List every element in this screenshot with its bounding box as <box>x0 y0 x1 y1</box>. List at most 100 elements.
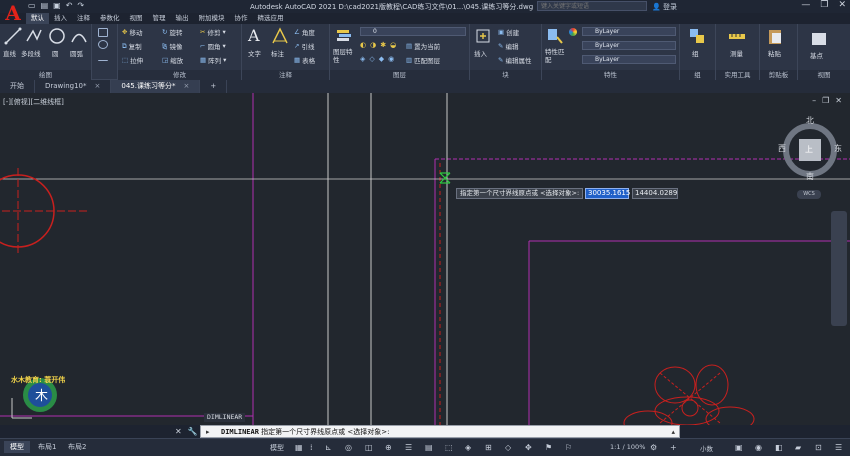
linetype-combo[interactable]: ByLayer <box>582 41 676 50</box>
edit-block-button[interactable]: ✎ 编辑 <box>498 41 518 51</box>
gizmo-icon[interactable]: ✥ <box>525 443 532 452</box>
redo-icon[interactable]: ↷ <box>77 1 84 10</box>
ribbon-tab-5[interactable]: 管理 <box>148 13 171 24</box>
ortho-icon[interactable]: ⊾ <box>325 443 332 452</box>
ribbon-tab-4[interactable]: 视图 <box>125 13 148 24</box>
file-tab-1[interactable]: Drawing10* × <box>35 80 112 93</box>
viewcube-north[interactable]: 北 <box>806 115 814 126</box>
rectangle-icon[interactable] <box>98 28 108 37</box>
customization-icon[interactable]: ☰ <box>835 443 842 452</box>
viewcube-south[interactable]: 南 <box>806 171 814 182</box>
ribbon-tab-7[interactable]: 附加模块 <box>194 13 230 24</box>
new-tab-icon[interactable]: + <box>200 80 228 93</box>
viewport-label[interactable]: [-][俯视][二维线框] <box>3 97 64 107</box>
leader-button[interactable]: ↗ 引线 <box>294 41 314 51</box>
angle-button[interactable]: ∠ 角度 <box>294 27 315 37</box>
chevron-up-icon[interactable]: ▴ <box>671 428 675 436</box>
layer-properties-button[interactable]: 图层特性 <box>333 48 353 64</box>
restore-viewport-icon[interactable]: ❐ <box>822 96 829 105</box>
ribbon-tab-8[interactable]: 协作 <box>230 13 253 24</box>
panel-utilities-label[interactable]: 实用工具 <box>716 70 759 80</box>
undo-icon[interactable]: ↶ <box>66 1 73 10</box>
dynamic-ucs-icon[interactable]: ⊞ <box>485 443 492 452</box>
file-tab-0[interactable]: 开始 <box>0 80 35 93</box>
lineweight-combo[interactable]: ByLayer <box>582 55 676 64</box>
ribbon-tab-2[interactable]: 注释 <box>72 13 95 24</box>
close-icon[interactable]: ✕ <box>175 427 182 436</box>
panel-layers-label[interactable]: 图层 <box>330 70 469 80</box>
quick-properties-icon[interactable]: ▣ <box>735 443 743 452</box>
panel-annotation-label[interactable]: 注释 <box>242 70 329 80</box>
panel-view-label[interactable]: 视图 <box>798 70 850 80</box>
model-space-button[interactable]: 模型 <box>270 443 284 453</box>
layer-delete-icon[interactable]: ◆ <box>379 55 384 63</box>
line-button[interactable]: 直线 <box>3 48 16 58</box>
new-icon[interactable]: ▭ <box>28 1 36 10</box>
close-tab-icon[interactable]: × <box>95 82 101 90</box>
viewcube-top-face[interactable]: 上 <box>805 144 813 155</box>
panel-modify-label[interactable]: 修改 <box>118 70 241 80</box>
3d-osnap-icon[interactable]: ◈ <box>465 443 471 452</box>
panel-block-label[interactable]: 块 <box>470 70 541 80</box>
fillet-button[interactable]: ⌐ 圆角 ▾ <box>200 41 226 51</box>
file-tab-2[interactable]: 045.课练习等分* × <box>111 80 201 93</box>
close-tab-icon[interactable]: × <box>183 82 189 90</box>
ribbon-tab-3[interactable]: 参数化 <box>95 13 125 24</box>
save-icon[interactable]: ▣ <box>53 1 61 10</box>
text-button[interactable]: 文字 <box>248 48 261 58</box>
minimize-viewport-icon[interactable]: – <box>812 96 816 105</box>
lock-ui-icon[interactable]: ◉ <box>755 443 762 452</box>
drawing-canvas[interactable]: 木 [-][俯视][二维线框] – ❐ ✕ 北 南 东 西 上 WCS 指定第一… <box>0 93 850 425</box>
otrack-icon[interactable]: ⊕ <box>385 443 392 452</box>
wcs-menu[interactable]: WCS <box>797 190 821 199</box>
autocad-logo[interactable]: A <box>0 0 26 26</box>
dynamic-input-x[interactable]: 30035.1615 <box>585 188 630 199</box>
table-button[interactable]: ▦ 表格 <box>294 55 315 65</box>
viewcube-west[interactable]: 西 <box>778 143 786 154</box>
ribbon-tab-6[interactable]: 输出 <box>171 13 194 24</box>
panel-groups-label[interactable]: 组 <box>680 70 715 80</box>
viewcube-east[interactable]: 东 <box>834 143 842 154</box>
layer-lock-icon[interactable]: ◒ <box>390 41 396 49</box>
gradient-icon[interactable] <box>98 52 108 61</box>
units-display[interactable]: 小数 <box>700 443 713 453</box>
circle-button[interactable]: 圆 <box>52 48 59 58</box>
lineweight-icon[interactable]: ☰ <box>405 443 412 452</box>
match-layer-button[interactable]: ▥ 匹配图层 <box>406 55 440 65</box>
layer-previous-icon[interactable]: ◉ <box>388 55 394 63</box>
layout-tab-1[interactable]: 布局1 <box>32 441 62 453</box>
layer-merge-icon[interactable]: ◇ <box>369 55 374 63</box>
plus-icon[interactable]: + <box>670 443 677 452</box>
array-button[interactable]: ▦ 阵列 ▾ <box>200 55 226 65</box>
close-viewport-icon[interactable]: ✕ <box>835 96 842 105</box>
mirror-button[interactable]: ⧎ 镜像 <box>162 41 182 51</box>
layer-freeze-icon[interactable]: ✱ <box>380 41 386 49</box>
isolate-objects-icon[interactable]: ◧ <box>775 443 783 452</box>
arc-button[interactable]: 圆弧 <box>70 48 83 58</box>
trim-button[interactable]: ✂ 修剪 ▾ <box>200 27 226 37</box>
osnap-icon[interactable]: ◫ <box>365 443 373 452</box>
move-button[interactable]: ✥ 移动 <box>122 27 142 37</box>
polar-icon[interactable]: ◎ <box>345 443 352 452</box>
color-wheel-icon[interactable] <box>569 28 577 36</box>
clean-screen-icon[interactable]: ⊡ <box>815 443 822 452</box>
dynamic-input-y[interactable]: 14404.0289 <box>632 188 678 199</box>
layout-tab-0[interactable]: 模型 <box>4 441 30 453</box>
match-properties-button[interactable]: 特性匹配 <box>545 48 565 64</box>
set-current-button[interactable]: ▤ 置为当前 <box>406 41 440 51</box>
scale-button[interactable]: ◲ 缩放 <box>162 55 183 65</box>
edit-attributes-button[interactable]: ✎ 编辑属性 <box>498 55 531 65</box>
ribbon-tab-9[interactable]: 精选应用 <box>253 13 289 24</box>
group-button[interactable]: 组 <box>692 48 699 58</box>
layer-isolate-icon[interactable]: ◑ <box>370 41 376 49</box>
wrench-icon[interactable]: 🔧 <box>188 427 198 436</box>
panel-properties-label[interactable]: 特性 <box>542 70 679 80</box>
ribbon-tab-0[interactable]: 默认 <box>26 13 49 24</box>
minimize-icon[interactable]: — <box>801 0 810 10</box>
layout-tab-2[interactable]: 布局2 <box>62 441 92 453</box>
panel-draw-label[interactable]: 绘图 <box>0 70 91 80</box>
hatch-icon[interactable] <box>98 40 108 49</box>
stretch-button[interactable]: ⬚ 拉伸 <box>122 55 143 65</box>
panel-clipboard-label[interactable]: 剪贴板 <box>760 70 797 80</box>
rotate-button[interactable]: ↻ 旋转 <box>162 27 182 37</box>
